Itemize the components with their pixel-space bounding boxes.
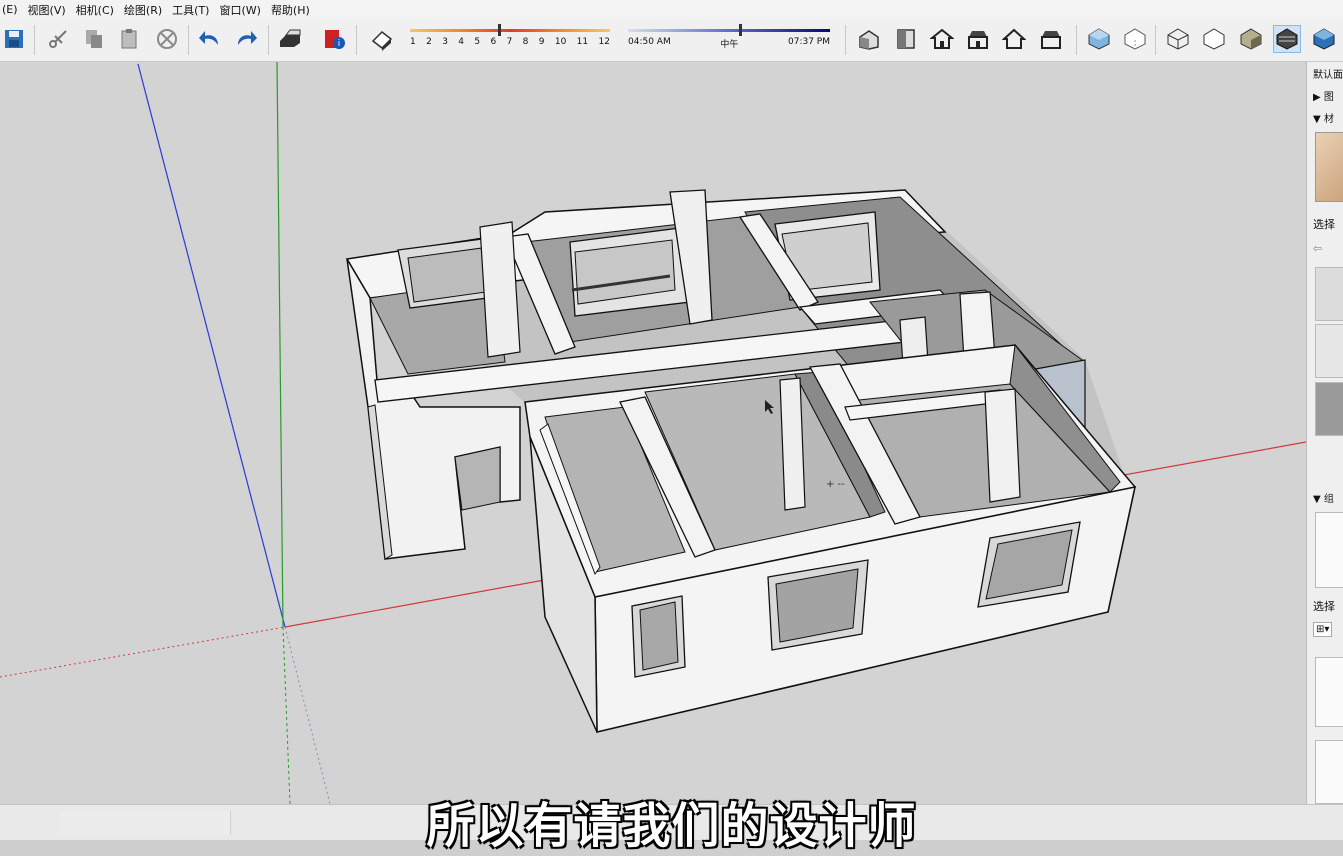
menu-bar: (E) 视图(V) 相机(C) 绘图(R) 工具(T) 窗口(W) 帮助(H) [0, 0, 1343, 20]
model-viewport[interactable]: + -- [0, 62, 1306, 804]
xray-icon[interactable] [1085, 25, 1113, 53]
back-view-icon[interactable] [1000, 25, 1028, 53]
month-tick: 7 [506, 37, 513, 47]
month-tick: 12 [598, 37, 610, 47]
crosshair-mark: + -- [826, 479, 845, 490]
axis-green [276, 62, 284, 628]
model-info-icon[interactable]: i [320, 25, 348, 53]
window-top-left-inner [407, 247, 487, 303]
time-noon-label: 中午 [720, 40, 739, 50]
tray-select-tab-2[interactable]: 选择 [1313, 598, 1335, 614]
cut-icon[interactable] [44, 25, 72, 53]
month-tick: 1 [410, 37, 416, 47]
month-tick: 5 [474, 37, 481, 47]
material-preview [1315, 132, 1343, 202]
svg-text:i: i [338, 39, 341, 49]
menu-edit[interactable]: (E) [0, 3, 23, 16]
right-view-icon[interactable] [964, 25, 992, 53]
partition-front-4 [984, 388, 1021, 503]
shaded-icon[interactable] [1237, 25, 1265, 53]
iso-view-icon[interactable] [855, 25, 883, 53]
wireframe-icon[interactable] [1164, 25, 1192, 53]
erase-icon[interactable] [153, 25, 181, 53]
axis-red-dashed [0, 626, 286, 678]
back-arrow-icon[interactable]: ⇦ [1313, 242, 1322, 255]
shadow-toggle-icon[interactable] [368, 25, 396, 53]
paste-icon[interactable] [115, 25, 143, 53]
month-tick: 11 [576, 37, 589, 47]
menu-tools[interactable]: 工具(T) [167, 2, 214, 18]
time-slider-thumb[interactable] [739, 24, 743, 36]
month-tick: 10 [554, 37, 567, 47]
shadow-month-slider[interactable]: 1 2 3 4 5 6 7 8 9 10 11 12 [410, 23, 610, 57]
component-preview [1315, 512, 1343, 588]
model-canvas: + -- [0, 62, 1306, 804]
material-swatch[interactable] [1315, 324, 1343, 378]
left-view-icon[interactable] [1037, 25, 1065, 53]
time-end-label: 07:37 PM [788, 37, 830, 47]
tray-section-components[interactable]: ▼ 组 [1313, 490, 1334, 505]
undo-icon[interactable] [196, 25, 224, 53]
axis-blue-dashed [284, 626, 331, 804]
view-options-icon[interactable]: ⊞▾ [1313, 622, 1333, 637]
toolbar: i 1 2 3 4 5 6 7 8 9 10 11 12 04:50 AM 中午… [0, 19, 1343, 62]
tray-select-tab[interactable]: 选择 [1313, 216, 1335, 232]
shadow-time-slider[interactable]: 04:50 AM 中午 07:37 PM [628, 23, 830, 57]
month-tick: 6 [490, 37, 497, 47]
top-view-icon[interactable] [892, 25, 920, 53]
menu-camera[interactable]: 相机(C) [71, 2, 119, 18]
menu-window[interactable]: 窗口(W) [214, 2, 265, 18]
time-ticks: 04:50 AM 中午 07:37 PM [628, 37, 830, 50]
save-icon[interactable] [0, 25, 28, 53]
material-swatch[interactable] [1315, 382, 1343, 436]
shaded-textures-icon[interactable] [1273, 25, 1301, 53]
redo-icon[interactable] [232, 25, 260, 53]
month-tick: 4 [458, 37, 465, 47]
month-tick: 3 [442, 37, 448, 47]
month-tick: 8 [522, 37, 529, 47]
material-swatch[interactable] [1315, 267, 1343, 321]
month-tick: 9 [538, 37, 545, 47]
menu-view[interactable]: 视图(V) [23, 2, 71, 18]
hiddenline-icon[interactable] [1200, 25, 1228, 53]
backedges-icon[interactable] [1121, 25, 1149, 53]
print-icon[interactable] [276, 25, 304, 53]
time-start-label: 04:50 AM [628, 37, 671, 47]
tray-section-materials[interactable]: ▼ 材 [1313, 110, 1334, 125]
month-tick: 2 [426, 37, 432, 47]
tray-section-styles[interactable]: ▶ 图 [1313, 88, 1334, 103]
monochrome-icon[interactable] [1310, 25, 1338, 53]
default-tray: 默认面 ▶ 图 ▼ 材 选择 ⇦ ▼ 组 选择 ⊞▾ [1306, 62, 1343, 804]
menu-help[interactable]: 帮助(H) [266, 2, 315, 18]
window-front-1-inner [639, 601, 679, 671]
copy-icon[interactable] [80, 25, 108, 53]
axis-green-dashed [282, 626, 291, 804]
tray-title: 默认面 [1313, 70, 1343, 81]
door-opening-left [454, 446, 501, 511]
menu-draw[interactable]: 绘图(R) [119, 2, 167, 18]
month-slider-thumb[interactable] [498, 24, 501, 36]
component-item[interactable] [1315, 657, 1343, 727]
front-view-icon[interactable] [928, 25, 956, 53]
partition-front-3 [779, 377, 806, 511]
axis-blue [137, 63, 286, 628]
month-ticks: 1 2 3 4 5 6 7 8 9 10 11 12 [410, 37, 610, 47]
video-subtitle: 所以有请我们的设计师 [426, 798, 917, 854]
